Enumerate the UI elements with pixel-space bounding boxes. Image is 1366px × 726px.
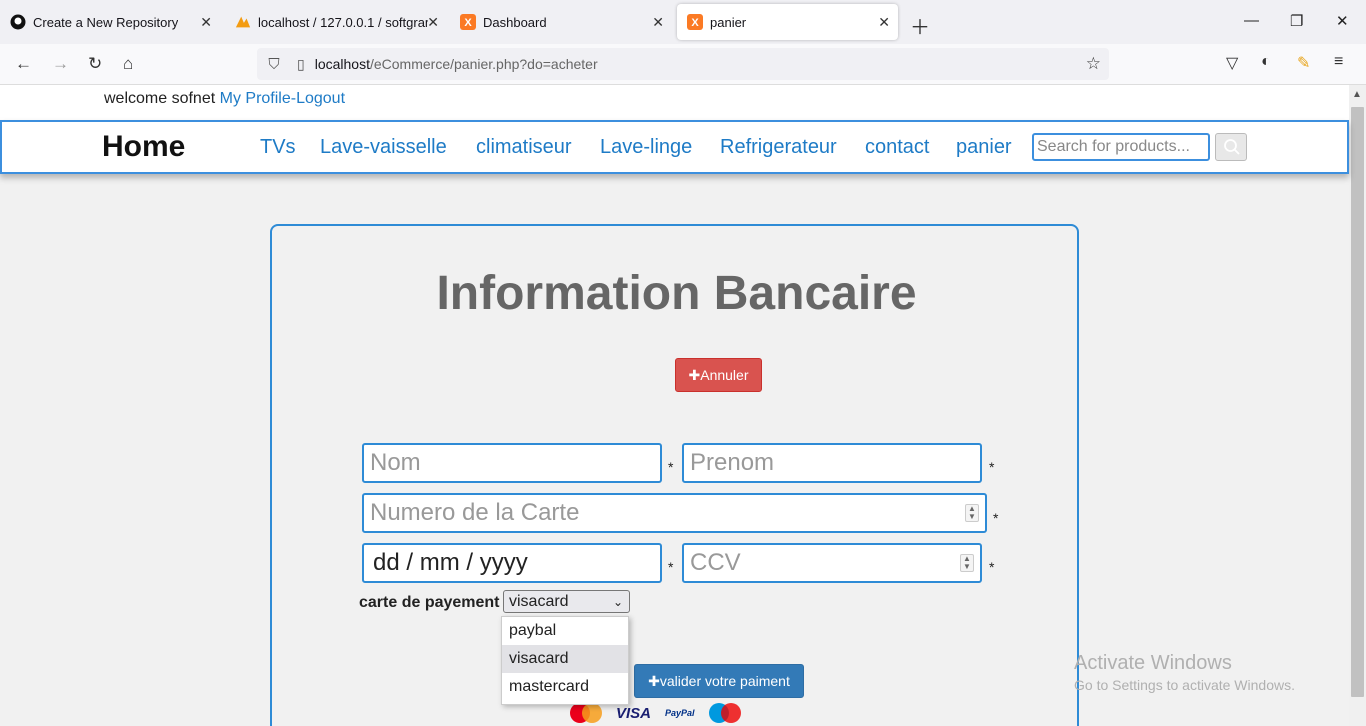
visa-logo: VISA <box>616 704 652 722</box>
my-profile-link[interactable]: My Profile <box>220 90 291 107</box>
tab-title: Create a New Repository <box>33 14 179 30</box>
activate-windows-watermark: Activate Windows Go to Settings to activ… <box>1074 652 1295 693</box>
nav-link-lave-linge[interactable]: Lave-linge <box>600 136 692 159</box>
menu-icon[interactable]: ≡ <box>1334 53 1343 71</box>
page-scrollbar[interactable]: ▲ <box>1349 85 1366 726</box>
nav-link-tvs[interactable]: TVs <box>260 136 296 159</box>
browser-nav-bar: ← → ↻ ⌂ ⛉ ▯ localhost/eCommerce/panier.p… <box>0 44 1366 85</box>
submit-payment-button[interactable]: ✚valider votre paiment <box>634 664 804 698</box>
xampp-icon: X <box>687 14 703 30</box>
card-number-placeholder: Numero de la Carte <box>370 499 580 526</box>
cancel-button[interactable]: ✚Annuler <box>675 358 762 392</box>
brand-home-link[interactable]: Home <box>102 130 185 164</box>
ccv-placeholder: CCV <box>690 549 741 576</box>
close-tab-icon[interactable]: ✕ <box>878 14 890 31</box>
close-tab-icon[interactable]: ✕ <box>652 14 664 31</box>
payment-method-select[interactable]: visacard ⌄ <box>503 590 630 613</box>
maestro-logo <box>708 703 741 723</box>
extension-icon[interactable]: ◐ <box>1261 53 1271 71</box>
page-info-icon[interactable]: ▯ <box>297 56 305 73</box>
paypal-logo: PayPal <box>665 708 695 718</box>
extension-icon[interactable]: ✎ <box>1297 53 1310 73</box>
prenom-field[interactable]: Prenom <box>682 443 982 483</box>
url-path: /eCommerce/panier.php?do=acheter <box>369 56 598 72</box>
nav-link-climatiseur[interactable]: climatiseur <box>476 136 572 159</box>
payment-card: Information Bancaire ✚Annuler Nom * Pren… <box>270 224 1079 726</box>
github-icon <box>10 14 26 30</box>
welcome-strip: welcome sofnet My Profile-Logout <box>0 85 1349 120</box>
svg-text:X: X <box>691 17 699 29</box>
required-marker: * <box>993 510 999 526</box>
payment-method-label: carte de payement <box>359 594 500 611</box>
required-marker: * <box>668 459 674 475</box>
search-icon <box>1223 138 1241 161</box>
spinner-icon[interactable]: ▲ ▼ <box>965 504 979 522</box>
payment-method-value: visacard <box>509 593 569 610</box>
xampp-icon: X <box>460 14 476 30</box>
scrollbar-thumb[interactable] <box>1351 107 1364 697</box>
watermark-title: Activate Windows <box>1074 652 1232 674</box>
dropdown-option-visacard[interactable]: visacard <box>502 645 628 673</box>
watermark-subtitle: Go to Settings to activate Windows. <box>1074 677 1295 693</box>
cancel-button-label: Annuler <box>700 367 749 383</box>
nav-link-panier[interactable]: panier <box>956 136 1012 159</box>
forward-icon[interactable]: → <box>52 54 69 74</box>
tab-panier[interactable]: X panier ✕ <box>677 4 898 40</box>
payment-logos: VISA PayPal <box>570 702 770 724</box>
chevron-down-icon: ⌄ <box>612 595 623 609</box>
nav-link-refrigerateur[interactable]: Refrigerateur <box>720 136 837 159</box>
spinner-icon[interactable]: ▲ ▼ <box>960 554 974 572</box>
tab-dashboard[interactable]: X Dashboard ✕ <box>450 4 672 40</box>
tab-title: panier <box>710 14 747 30</box>
submit-button-label: valider votre paiment <box>659 673 790 689</box>
bookmark-star-icon[interactable]: ☆ <box>1086 54 1101 74</box>
address-bar[interactable]: ⛉ ▯ localhost/eCommerce/panier.php?do=ac… <box>257 48 1109 80</box>
close-window-icon[interactable]: ✕ <box>1336 12 1349 30</box>
mastercard-logo <box>570 703 602 723</box>
browser-tab-bar: Create a New Repository ✕ localhost / 12… <box>0 0 1366 44</box>
tab-phpmyadmin[interactable]: localhost / 127.0.0.1 / softgram ✕ <box>225 4 447 40</box>
page-title: Information Bancaire <box>436 267 917 320</box>
nom-field[interactable]: Nom <box>362 443 662 483</box>
dropdown-option-paybal[interactable]: paybal <box>502 617 628 645</box>
payment-method-dropdown: paybal visacard mastercard <box>501 616 629 705</box>
required-marker: * <box>668 559 674 575</box>
card-number-field[interactable]: Numero de la Carte ▲ ▼ <box>362 493 987 533</box>
dropdown-option-mastercard[interactable]: mastercard <box>502 673 628 701</box>
search-button[interactable] <box>1215 133 1247 161</box>
tab-create-repository[interactable]: Create a New Repository ✕ <box>0 4 220 40</box>
tab-title: Dashboard <box>483 14 547 30</box>
search-input[interactable] <box>1032 133 1210 161</box>
reload-icon[interactable]: ↻ <box>88 54 102 74</box>
minimize-icon[interactable]: — <box>1244 12 1259 29</box>
pocket-icon[interactable]: ▽ <box>1226 53 1238 73</box>
nav-link-lave-vaisselle[interactable]: Lave-vaisselle <box>320 136 447 159</box>
phpmyadmin-icon <box>235 14 251 30</box>
url-host: localhost <box>314 56 370 72</box>
expiry-date-field[interactable]: dd / mm / yyyy <box>362 543 662 583</box>
required-marker: * <box>989 559 995 575</box>
back-icon[interactable]: ← <box>15 54 32 74</box>
ccv-field[interactable]: CCV ▲ ▼ <box>682 543 982 583</box>
scroll-up-icon[interactable]: ▲ <box>1352 89 1362 100</box>
svg-text:X: X <box>464 17 472 29</box>
new-tab-icon[interactable]: ＋ <box>910 11 930 40</box>
url-text: localhost/eCommerce/panier.php?do=achete… <box>315 56 598 72</box>
shield-icon[interactable]: ⛉ <box>265 56 283 73</box>
tab-title: localhost / 127.0.0.1 / softgram <box>258 14 428 30</box>
restore-icon[interactable]: ❐ <box>1290 12 1303 30</box>
plus-icon: ✚ <box>688 367 701 383</box>
required-marker: * <box>989 459 995 475</box>
plus-icon: ✚ <box>648 673 660 689</box>
home-icon[interactable]: ⌂ <box>123 54 133 74</box>
welcome-text: welcome sofnet <box>104 90 216 107</box>
welcome-line: welcome sofnet My Profile-Logout <box>104 90 345 108</box>
close-tab-icon[interactable]: ✕ <box>427 14 439 31</box>
close-tab-icon[interactable]: ✕ <box>200 14 212 31</box>
nav-link-contact[interactable]: contact <box>865 136 929 159</box>
logout-link[interactable]: Logout <box>296 90 345 107</box>
site-navbar: Home TVs Lave-vaisselle climatiseur Lave… <box>0 120 1349 174</box>
